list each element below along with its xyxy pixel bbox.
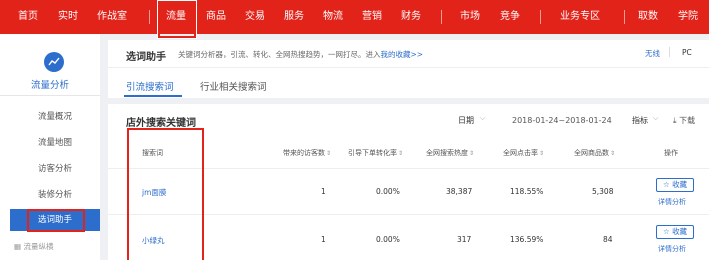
sidebar-title: 流量分析 xyxy=(30,80,69,91)
sort-icon: ⇕ xyxy=(539,150,545,157)
sort-icon: ⇕ xyxy=(610,150,616,157)
search-heat-value: 317 xyxy=(457,235,472,244)
tab-traffic-search-terms[interactable]: 引流搜索词 xyxy=(126,79,174,93)
header-divider xyxy=(108,67,709,68)
device-wireless-toggle[interactable]: 无线 xyxy=(645,48,660,59)
sidebar: 流量分析 流量概况 流量地图 访客分析 装修分析 选词助手 ▦ 流量纵横 xyxy=(0,34,100,260)
metric-selector[interactable]: 指标 xyxy=(632,115,648,126)
products-value: 84 xyxy=(603,235,613,244)
header-label: 全网搜索热度 xyxy=(426,149,468,157)
favorite-button[interactable]: ☆ 收藏 xyxy=(656,178,694,192)
visitors-value: 1 xyxy=(321,187,326,196)
nav-divider xyxy=(540,10,541,24)
sort-icon: ⇕ xyxy=(469,150,475,157)
detail-analysis-link[interactable]: 详情分析 xyxy=(658,244,686,254)
favorite-label: 收藏 xyxy=(672,180,688,189)
nav-item-competition[interactable]: 竞争 xyxy=(500,0,520,34)
conversion-value: 0.00% xyxy=(376,235,400,244)
nav-divider xyxy=(441,10,442,24)
column-header-search-heat[interactable]: 全网搜索热度⇕ xyxy=(426,148,474,158)
nav-item-finance[interactable]: 财务 xyxy=(401,0,421,34)
nav-item-academy[interactable]: 学院 xyxy=(678,0,698,34)
favorites-link[interactable]: 我的收藏>> xyxy=(381,50,424,59)
products-value: 5,308 xyxy=(592,187,614,196)
tab-industry-search-terms[interactable]: 行业相关搜索词 xyxy=(200,79,267,93)
nav-item-home[interactable]: 首页 xyxy=(18,0,38,34)
traffic-chart-icon xyxy=(44,52,64,72)
active-tab-indicator xyxy=(124,95,182,97)
header-card: 选词助手 关键词分析器，引流、转化、全网热搜趋势，一网打尽。进入我的收藏>> 无… xyxy=(108,40,709,98)
chevron-down-icon: ⌵ xyxy=(653,114,659,122)
chevron-down-icon: ⌵ xyxy=(480,114,486,122)
page-title: 选词助手 xyxy=(126,52,166,63)
column-header-click-rate[interactable]: 全网点击率⇕ xyxy=(503,148,544,158)
sidebar-item-visitor-analysis[interactable]: 访客分析 xyxy=(0,158,100,180)
header-label: 带来的访客数 xyxy=(283,149,325,157)
search-heat-value: 38,387 xyxy=(446,187,473,196)
conversion-value: 0.00% xyxy=(376,187,400,196)
header-label: 全网商品数 xyxy=(574,149,609,157)
sidebar-sub-label: 流量纵横 xyxy=(23,242,54,251)
nav-item-marketing[interactable]: 营销 xyxy=(362,0,382,34)
header-label: 全网点击率 xyxy=(503,149,538,157)
sort-icon: ⇕ xyxy=(398,150,404,157)
visitors-value: 1 xyxy=(321,235,326,244)
sort-icon: ⇕ xyxy=(326,150,332,157)
header-label: 引导下单转化率 xyxy=(348,149,397,157)
sidebar-item-traffic-overview[interactable]: 流量概况 xyxy=(0,106,100,128)
nav-item-market[interactable]: 市场 xyxy=(460,0,480,34)
keyword-column-highlight xyxy=(127,128,204,260)
nav-active-highlight xyxy=(157,0,197,39)
nav-item-warroom[interactable]: 作战室 xyxy=(97,0,127,34)
download-label: 下载 xyxy=(679,116,696,125)
panel-title: 店外搜索关键词 xyxy=(126,118,196,129)
device-divider xyxy=(669,47,670,57)
header-label: 操作 xyxy=(664,149,678,157)
nav-divider xyxy=(624,10,625,24)
column-header-visitors[interactable]: 带来的访客数⇕ xyxy=(283,148,331,158)
download-icon: ⤓ xyxy=(673,116,677,125)
sidebar-item-traffic-map[interactable]: 流量地图 xyxy=(0,132,100,154)
date-range: 2018-01-24~2018-01-24 xyxy=(512,116,612,125)
column-header-conversion[interactable]: 引导下单转化率⇕ xyxy=(348,148,403,158)
nav-item-data[interactable]: 取数 xyxy=(638,0,658,34)
top-nav: 首页 实时 作战室 流量 商品 交易 服务 物流 营销 财务 市场 竞争 业务专… xyxy=(0,0,709,34)
nav-item-realtime[interactable]: 实时 xyxy=(58,0,78,34)
device-pc-toggle[interactable]: PC xyxy=(682,48,692,57)
nav-item-business-zone[interactable]: 业务专区 xyxy=(560,0,600,34)
favorite-label: 收藏 xyxy=(672,227,688,236)
page-description: 关键词分析器，引流、转化、全网热搜趋势，一网打尽。进入我的收藏>> xyxy=(178,49,423,60)
grid-icon: ▦ xyxy=(14,242,22,251)
column-header-actions: 操作 xyxy=(664,148,678,158)
download-button[interactable]: ⤓ 下载 xyxy=(673,115,695,126)
nav-item-products[interactable]: 商品 xyxy=(206,0,226,34)
nav-item-logistics[interactable]: 物流 xyxy=(323,0,343,34)
sidebar-active-highlight xyxy=(27,209,85,232)
click-rate-value: 136.59% xyxy=(510,235,544,244)
date-filter[interactable]: 日期 xyxy=(458,115,474,126)
detail-analysis-link[interactable]: 详情分析 xyxy=(658,197,686,207)
click-rate-value: 118.55% xyxy=(510,187,544,196)
sidebar-header: 流量分析 xyxy=(0,34,100,96)
sidebar-item-decoration-analysis[interactable]: 装修分析 xyxy=(0,184,100,206)
nav-item-service[interactable]: 服务 xyxy=(284,0,304,34)
description-text: 关键词分析器，引流、转化、全网热搜趋势，一网打尽。进入 xyxy=(178,50,381,59)
favorite-button[interactable]: ☆ 收藏 xyxy=(656,225,694,239)
nav-divider xyxy=(149,10,150,24)
nav-item-trade[interactable]: 交易 xyxy=(245,0,265,34)
keyword-panel: 店外搜索关键词 日期 ⌵ 2018-01-24~2018-01-24 指标 ⌵ … xyxy=(108,104,709,260)
sidebar-sub-section[interactable]: ▦ 流量纵横 xyxy=(14,241,53,252)
column-header-products[interactable]: 全网商品数⇕ xyxy=(574,148,615,158)
star-icon: ☆ xyxy=(662,180,670,189)
star-icon: ☆ xyxy=(662,227,670,236)
